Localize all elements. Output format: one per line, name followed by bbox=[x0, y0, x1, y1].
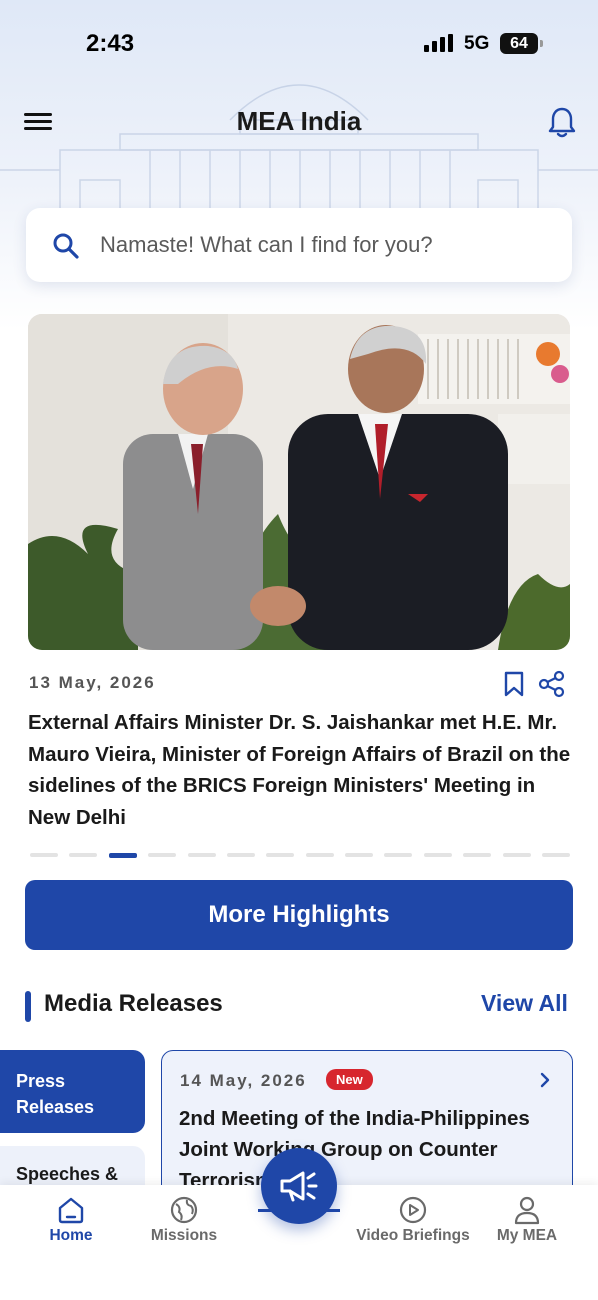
bookmark-icon[interactable] bbox=[502, 670, 526, 703]
carousel-dot[interactable] bbox=[148, 853, 177, 857]
release-title: 2nd Meeting of the India-Philippines Joi… bbox=[179, 1107, 530, 1192]
search-bar[interactable] bbox=[26, 208, 572, 282]
nav-my-mea[interactable]: My MEA bbox=[467, 1195, 587, 1245]
release-date: 14 May, 2026 bbox=[180, 1071, 307, 1090]
carousel-dot[interactable] bbox=[423, 853, 452, 857]
status-time: 2:43 bbox=[86, 30, 135, 57]
user-icon bbox=[514, 1196, 540, 1225]
carousel-dot[interactable] bbox=[305, 853, 334, 857]
carousel-dot[interactable] bbox=[463, 853, 492, 857]
nav-missions[interactable]: Missions bbox=[124, 1195, 244, 1245]
app-title: MEA India bbox=[236, 106, 362, 136]
nav-home[interactable]: Home bbox=[11, 1195, 131, 1245]
status-bar: 2:43 5G 64 bbox=[0, 0, 598, 90]
carousel-dot[interactable] bbox=[187, 853, 216, 857]
play-circle-icon bbox=[399, 1196, 427, 1224]
carousel-dot[interactable] bbox=[226, 853, 255, 857]
home-icon bbox=[58, 1197, 84, 1224]
carousel-dot[interactable] bbox=[30, 853, 58, 857]
cellular-signal-icon bbox=[424, 34, 453, 52]
search-input[interactable] bbox=[100, 226, 550, 264]
globe-icon bbox=[170, 1196, 198, 1224]
nav-missions-label: Missions bbox=[150, 1227, 218, 1244]
tab-press-releases[interactable]: Press Releases bbox=[0, 1050, 145, 1133]
nav-video-briefings[interactable]: Video Briefings bbox=[353, 1195, 473, 1245]
carousel-dot[interactable] bbox=[502, 853, 531, 857]
announcement-fab[interactable] bbox=[261, 1148, 337, 1224]
nav-video-briefings-label: Video Briefings bbox=[356, 1227, 470, 1244]
carousel-dot[interactable] bbox=[384, 853, 413, 857]
new-badge: New bbox=[326, 1069, 373, 1090]
section-title-media-releases: Media Releases bbox=[44, 990, 223, 1017]
carousel-dot[interactable] bbox=[345, 853, 373, 857]
section-accent-bar bbox=[25, 991, 31, 1022]
chevron-right-icon bbox=[540, 1072, 550, 1088]
more-highlights-button[interactable]: More Highlights bbox=[25, 880, 573, 950]
network-type: 5G bbox=[464, 33, 490, 54]
highlight-date: 13 May, 2026 bbox=[29, 673, 156, 692]
notification-bell-icon[interactable] bbox=[546, 106, 578, 140]
view-all-link[interactable]: View All bbox=[481, 990, 568, 1017]
nav-home-label: Home bbox=[49, 1227, 93, 1244]
carousel-dot[interactable] bbox=[69, 853, 98, 857]
share-icon[interactable] bbox=[538, 670, 566, 703]
battery-icon: 64 bbox=[500, 33, 543, 54]
carousel-dot[interactable] bbox=[541, 853, 570, 857]
carousel-dot[interactable] bbox=[108, 853, 137, 858]
carousel-indicator bbox=[30, 853, 570, 859]
highlight-photo[interactable] bbox=[28, 314, 570, 650]
highlight-title[interactable]: External Affairs Minister Dr. S. Jaishan… bbox=[28, 707, 573, 833]
carousel-dot[interactable] bbox=[266, 853, 295, 857]
megaphone-icon bbox=[280, 1171, 318, 1202]
search-icon bbox=[53, 233, 79, 259]
nav-my-mea-label: My MEA bbox=[496, 1227, 558, 1244]
